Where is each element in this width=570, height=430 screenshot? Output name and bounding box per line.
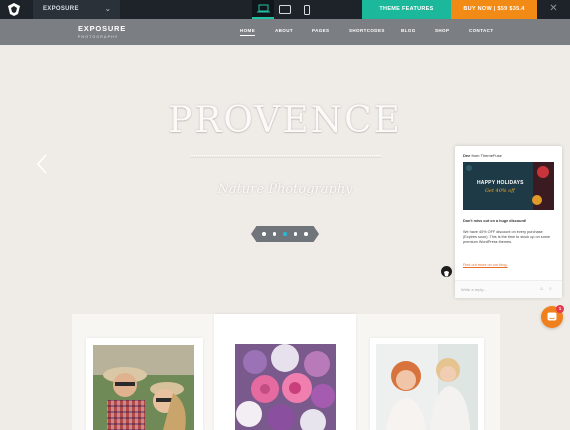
reply-composer[interactable]: Write a reply... ☺ ⌕ <box>455 280 562 298</box>
phone-view-button[interactable] <box>296 0 318 19</box>
attachment-icon[interactable]: ⌕ <box>549 286 552 292</box>
close-icon[interactable]: ✕ <box>537 0 570 19</box>
slider-dot[interactable] <box>272 232 277 236</box>
laptop-view-button[interactable] <box>252 0 274 19</box>
chat-line-1-text: Don't miss out on a huge discount! <box>463 219 527 223</box>
unread-count-badge: 1 <box>556 305 564 313</box>
hero-divider <box>190 155 381 158</box>
nav-item-shop[interactable]: SHOP <box>435 28 449 33</box>
theme-selector[interactable]: EXPOSURE ⌄ <box>33 0 120 19</box>
gallery-card[interactable] <box>214 314 356 430</box>
blog-link[interactable]: Find out more on our blog. <box>463 263 508 267</box>
site-logo[interactable]: EXPOSURE PHOTOGRAPHY <box>78 24 127 40</box>
chat-sender: Dee from ThemeFuse <box>463 153 502 158</box>
reply-input[interactable]: Write a reply... <box>461 287 486 292</box>
banner-subtitle: Get 40% off <box>485 188 515 194</box>
slider-dot-active[interactable] <box>283 232 287 236</box>
chevron-left-icon[interactable] <box>35 153 49 175</box>
nav-item-shortcodes[interactable]: SHORTCODES <box>349 28 385 33</box>
nav-item-contact[interactable]: CONTACT <box>469 28 493 33</box>
holiday-banner-image[interactable]: HAPPY HOLIDAYS Get 40% off <box>463 162 554 210</box>
slider-dot[interactable] <box>304 232 308 236</box>
brand-tagline: PHOTOGRAPHY <box>78 35 119 39</box>
site-header: EXPOSURE PHOTOGRAPHY HOME ABOUT PAGES SH… <box>0 19 570 45</box>
chat-sender-org: from ThemeFuse <box>470 153 502 158</box>
chat-line-1: Don't miss out on a huge discount! <box>463 219 555 224</box>
gallery-card[interactable] <box>370 338 484 430</box>
agent-avatar <box>441 266 452 277</box>
chat-message-panel[interactable]: Dee from ThemeFuse HAPPY HOLIDAYS Get 40… <box>455 146 562 298</box>
bride-photo <box>376 344 478 430</box>
tablet-icon <box>279 5 291 14</box>
bouquet-photo <box>235 344 336 430</box>
nav-item-about[interactable]: ABOUT <box>275 28 293 33</box>
brand-name: EXPOSURE <box>78 24 127 33</box>
banner-title: HAPPY HOLIDAYS <box>477 180 524 186</box>
laptop-icon <box>256 4 270 13</box>
slider-dot[interactable] <box>293 232 298 236</box>
nav-item-pages[interactable]: PAGES <box>312 28 329 33</box>
hero-title: PROVENCE <box>168 100 402 141</box>
slider-dot[interactable] <box>262 232 266 236</box>
nav-item-home[interactable]: HOME <box>240 28 256 36</box>
nav-item-blog[interactable]: BLOG <box>401 28 416 33</box>
demo-toolbar: EXPOSURE ⌄ THEME FEATURES BUY NOW | $59 … <box>0 0 570 19</box>
themefuse-logo-icon[interactable] <box>7 3 21 16</box>
gallery-card[interactable] <box>86 338 203 430</box>
couple-photo <box>93 345 194 430</box>
emoji-icon[interactable]: ☺ <box>539 286 544 292</box>
buy-now-button[interactable]: BUY NOW | $59 $35.4 <box>451 0 537 19</box>
tablet-view-button[interactable] <box>274 0 296 19</box>
slider-pagination <box>251 226 319 242</box>
chat-line-2: We have 40% OFF discount on every purcha… <box>463 230 551 244</box>
chevron-down-icon: ⌄ <box>104 6 111 13</box>
theme-selector-label: EXPOSURE <box>43 6 79 12</box>
theme-features-button[interactable]: THEME FEATURES <box>362 0 451 19</box>
phone-icon <box>304 4 310 15</box>
